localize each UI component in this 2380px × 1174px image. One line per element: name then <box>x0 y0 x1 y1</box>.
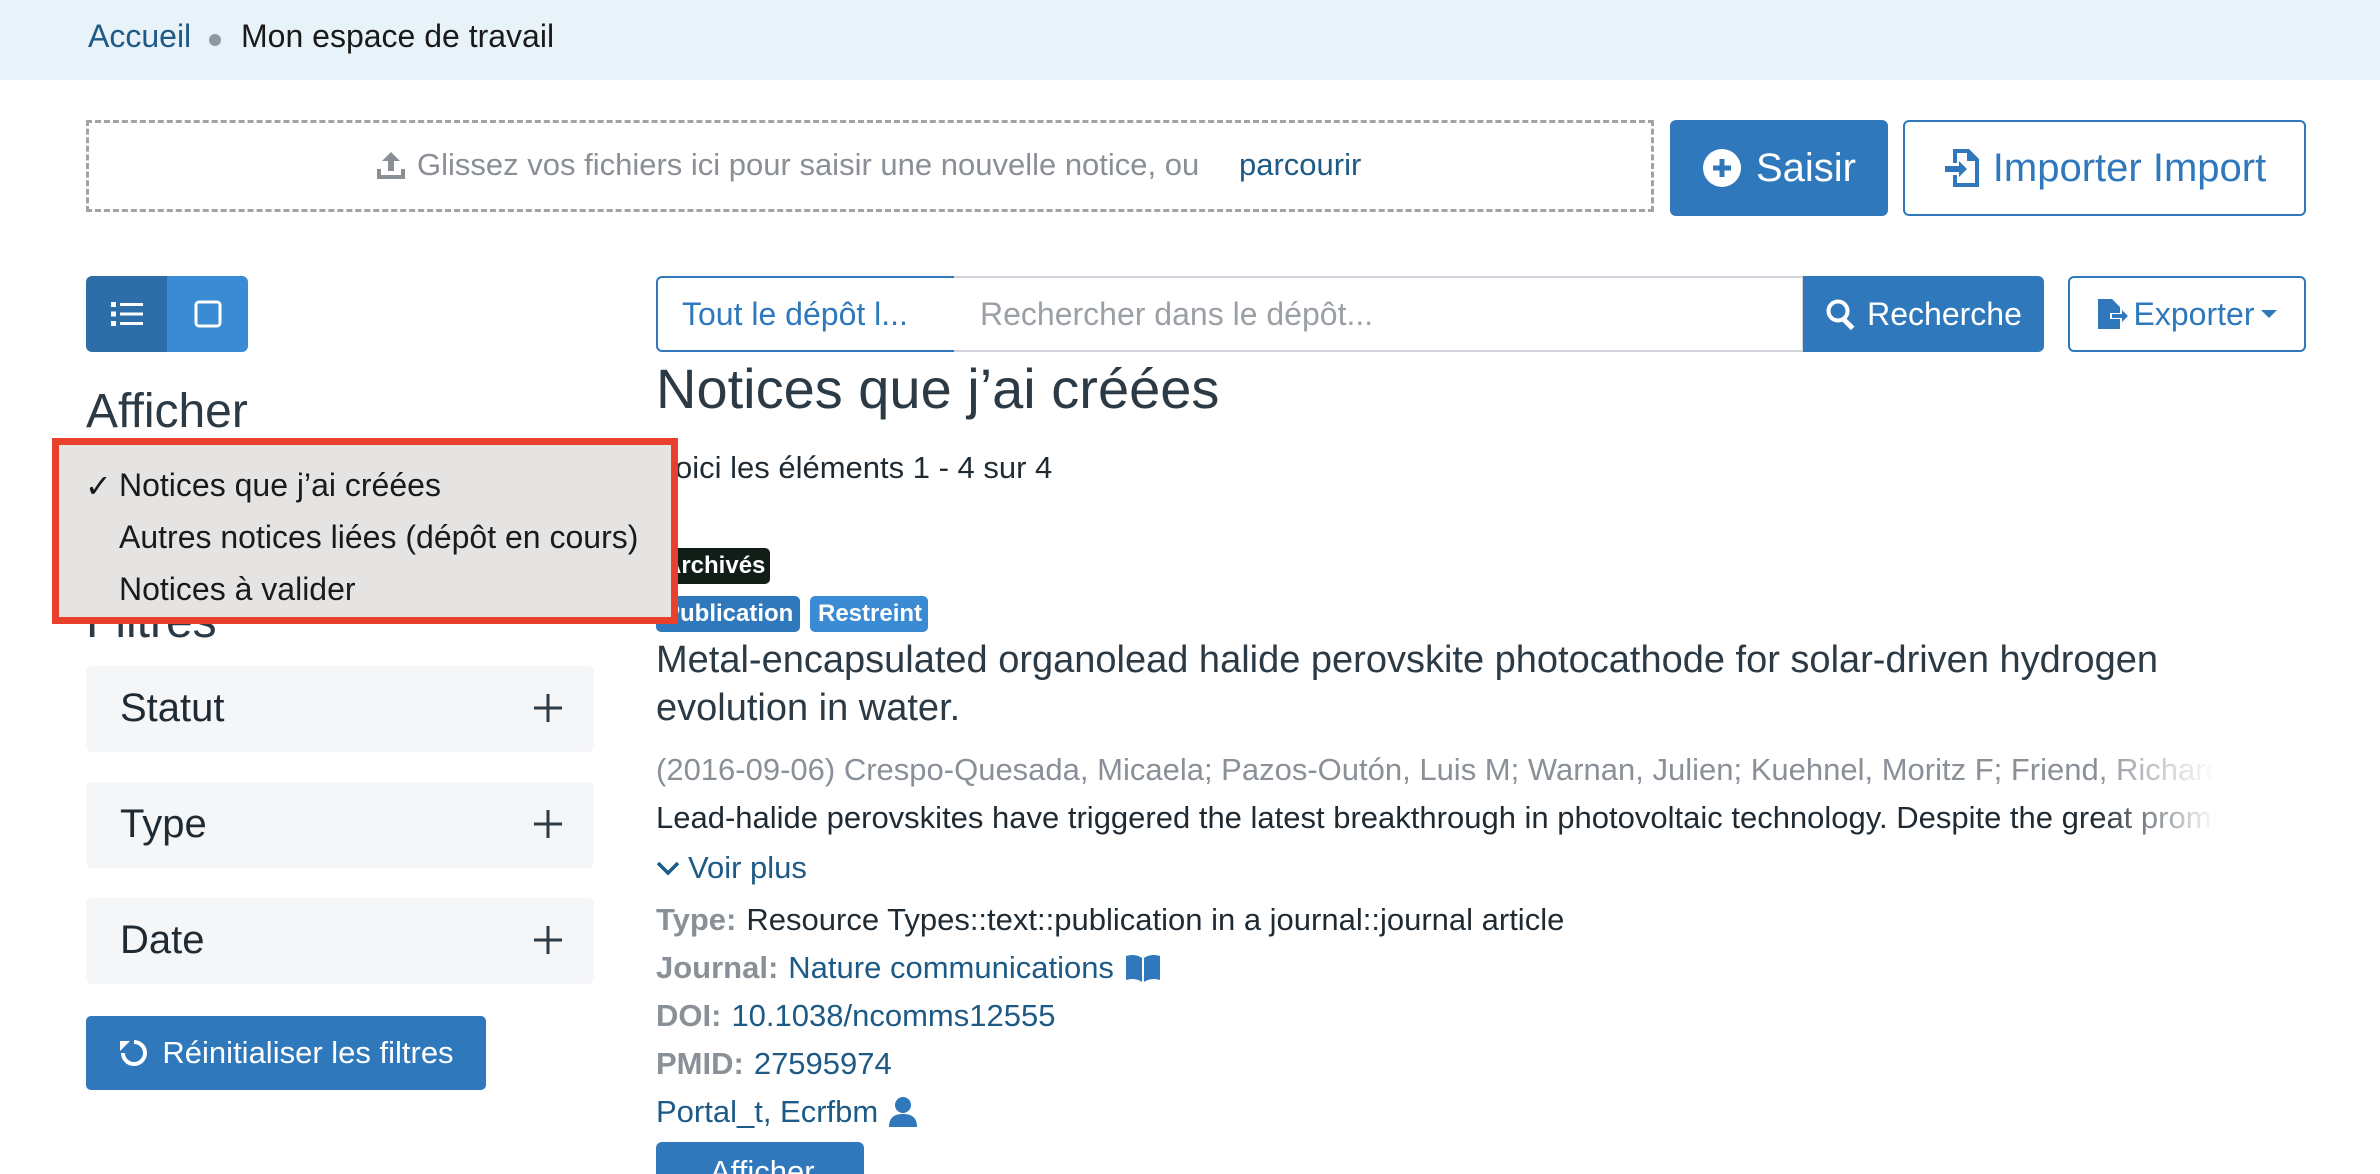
record-journal-row: Journal: Nature communications <box>656 950 1162 986</box>
plus-icon <box>534 810 562 838</box>
square-icon <box>194 300 221 328</box>
saisir-label: Saisir <box>1755 145 1857 190</box>
plus-icon <box>534 694 562 722</box>
search-scope-select[interactable]: Tout le dépôt l... <box>656 276 956 352</box>
search-icon <box>1826 299 1855 330</box>
voir-plus-label: Voir plus <box>688 850 807 885</box>
record-abstract-text: Lead-halide perovskites have triggered t… <box>656 800 2216 835</box>
doi-link[interactable]: 10.1038/ncomms12555 <box>731 998 1055 1034</box>
plus-circle-icon <box>1702 149 1741 187</box>
facet-type[interactable]: Type <box>86 782 594 868</box>
record-owner-row: Portal_t, Ecrfbm <box>656 1094 918 1130</box>
facet-statut[interactable]: Statut <box>86 666 594 752</box>
reset-filters-button[interactable]: Réinitialiser les filtres <box>86 1016 486 1090</box>
afficher-button[interactable]: Afficher <box>656 1142 864 1174</box>
file-dropzone[interactable]: Glissez vos fichiers ici pour saisir une… <box>86 120 1654 212</box>
book-open-icon <box>1125 954 1160 982</box>
view-toggle <box>86 276 248 352</box>
chevron-down-icon <box>656 861 680 876</box>
voir-plus-link[interactable]: Voir plus <box>656 850 807 886</box>
file-import-icon <box>1944 149 1979 187</box>
record-title[interactable]: Metal-encapsulated organolead halide per… <box>656 636 2296 732</box>
menu-item-linked[interactable]: Autres notices liées (dépôt en cours) <box>119 519 638 556</box>
undo-icon <box>120 1040 148 1066</box>
fade-overlay <box>2096 752 2216 788</box>
grid-view-button[interactable] <box>167 276 248 352</box>
file-export-icon <box>2097 299 2128 329</box>
facet-label: Type <box>120 802 207 846</box>
export-label: Exporter <box>2133 295 2255 332</box>
pmid-link[interactable]: 27595974 <box>754 1046 892 1082</box>
import-button[interactable]: Importer Import <box>1903 120 2306 216</box>
pmid-key: PMID: <box>656 1046 744 1081</box>
record-type-row: Type: Resource Types::text::publication … <box>656 902 1564 938</box>
record-doi-row: DOI: 10.1038/ncomms12555 <box>656 998 1055 1034</box>
reset-filters-label: Réinitialiser les filtres <box>162 1035 454 1070</box>
journal-link[interactable]: Nature communications <box>788 950 1114 986</box>
breadcrumb-separator <box>209 34 221 46</box>
plus-icon <box>534 926 562 954</box>
list-icon <box>110 302 143 326</box>
fade-overlay <box>2096 800 2216 836</box>
caret-down-icon <box>2261 310 2278 318</box>
journal-key: Journal: <box>656 950 779 985</box>
access-badge: Restreint <box>810 596 928 632</box>
search-button[interactable]: Recherche <box>1803 276 2044 352</box>
list-view-button[interactable] <box>86 276 167 352</box>
type-value: Resource Types::text::publication in a j… <box>746 902 1565 937</box>
record-meta: (2016-09-06) Crespo-Quesada, Micaela; Pa… <box>656 752 2216 788</box>
page-title: Notices que j’ai créées <box>656 357 1220 420</box>
record-abstract: Lead-halide perovskites have triggered t… <box>656 800 2216 836</box>
owner-link[interactable]: Portal_t, Ecrfbm <box>656 1094 878 1130</box>
afficher-button-label: Afficher <box>710 1154 815 1174</box>
breadcrumb-current: Mon espace de travail <box>241 18 555 54</box>
afficher-heading: Afficher <box>86 385 248 438</box>
search-button-label: Recherche <box>1867 295 2022 332</box>
dropzone-text: Glissez vos fichiers ici pour saisir une… <box>417 147 1200 182</box>
breadcrumb: Accueil Mon espace de travail <box>0 0 2380 80</box>
user-icon <box>889 1097 918 1127</box>
browse-link[interactable]: parcourir <box>1239 147 1361 183</box>
facet-date[interactable]: Date <box>86 898 594 984</box>
check-icon: ✓ <box>85 468 112 504</box>
export-dropdown-button[interactable]: Exporter <box>2068 276 2306 352</box>
type-key: Type: <box>656 902 737 937</box>
record-pmid-row: PMID: 27595974 <box>656 1046 892 1082</box>
saisir-button[interactable]: Saisir <box>1670 120 1888 216</box>
breadcrumb-home-link[interactable]: Accueil <box>88 18 191 55</box>
facet-label: Date <box>120 918 205 962</box>
upload-icon <box>377 152 405 179</box>
facet-label: Statut <box>120 686 225 730</box>
import-label: Importer Import <box>1992 145 2267 190</box>
doi-key: DOI: <box>656 998 722 1033</box>
results-count: Voici les éléments 1 - 4 sur 4 <box>656 450 1053 485</box>
search-input[interactable] <box>954 276 1804 352</box>
record-meta-text: (2016-09-06) Crespo-Quesada, Micaela; Pa… <box>656 752 2216 787</box>
afficher-dropdown-menu: ✓ Notices que j’ai créées Autres notices… <box>52 438 678 624</box>
menu-item-to-validate[interactable]: Notices à valider <box>119 571 356 608</box>
menu-item-created[interactable]: Notices que j’ai créées <box>119 467 441 504</box>
